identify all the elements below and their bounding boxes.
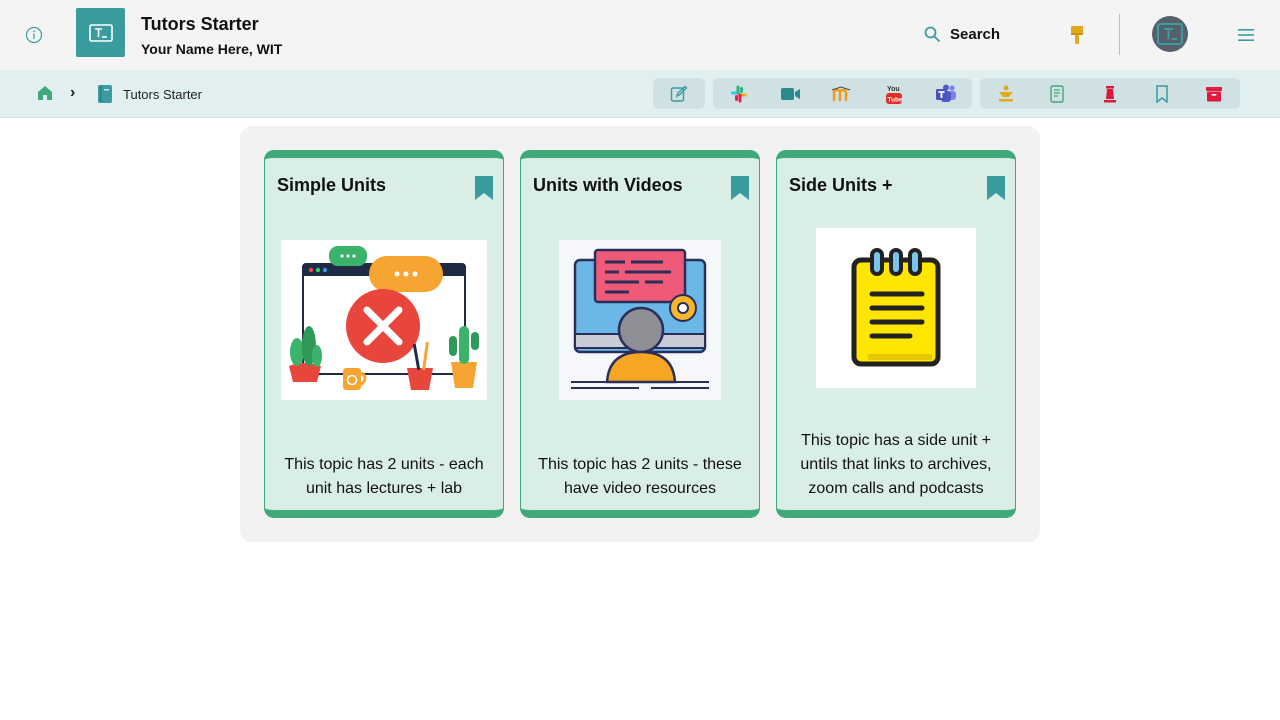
- search-button[interactable]: Search: [924, 22, 1000, 46]
- slack-icon[interactable]: [713, 78, 765, 109]
- navigation-toolbar: [980, 78, 1240, 109]
- header-divider: [1119, 14, 1120, 55]
- card-title: Units with Videos: [533, 175, 683, 195]
- svg-text:You: You: [887, 86, 900, 93]
- info-icon[interactable]: [22, 23, 46, 47]
- svg-text:Tube: Tube: [888, 96, 903, 103]
- breadcrumb-bar: › Tutors Starter You Tube: [0, 70, 1280, 118]
- moodle-icon[interactable]: [817, 78, 869, 109]
- computer-user-illustration: [559, 240, 721, 400]
- lab-icon[interactable]: [1084, 78, 1136, 109]
- card-title: Simple Units: [277, 175, 387, 195]
- bookmark-icon: [987, 176, 1005, 200]
- avatar[interactable]: [1152, 16, 1188, 52]
- course-title: Tutors Starter: [141, 14, 259, 34]
- youtube-icon[interactable]: You Tube: [868, 78, 920, 109]
- topic-panel: Simple Units This topic has 2 units - ea…: [240, 126, 1040, 542]
- book-icon: [98, 85, 112, 103]
- bookmark-icon: [731, 176, 749, 200]
- topic-card-side-units[interactable]: Side Units + This topic has a side unit …: [776, 150, 1016, 518]
- video-icon[interactable]: [765, 78, 817, 109]
- paintbrush-icon[interactable]: [1066, 23, 1088, 47]
- top-header: Tutors Starter Your Name Here, WIT Searc…: [0, 0, 1280, 70]
- companion-icon[interactable]: [980, 78, 1032, 109]
- card-description: This topic has 2 units - each unit has l…: [284, 456, 484, 497]
- card-description: This topic has a side unit + untils that…: [800, 432, 992, 497]
- course-author: Your Name Here, WIT: [141, 41, 283, 57]
- archive-icon[interactable]: [1188, 78, 1240, 109]
- bookmark-icon: [475, 176, 493, 200]
- avatar-icon: [1157, 23, 1183, 45]
- topic-card-units-with-videos[interactable]: Units with Videos This topic has 2 units…: [520, 150, 760, 518]
- card-description: This topic has 2 units - these have vide…: [538, 456, 742, 497]
- error-browser-illustration: [281, 240, 487, 400]
- tutors-logo-icon[interactable]: [76, 8, 125, 57]
- bookmark-icon[interactable]: [1136, 78, 1188, 109]
- comms-toolbar: You Tube: [713, 78, 972, 109]
- card-title: Side Units +: [789, 175, 893, 195]
- breadcrumb-course-link[interactable]: Tutors Starter: [123, 87, 202, 102]
- topic-card-simple-units[interactable]: Simple Units This topic has 2 units - ea…: [264, 150, 504, 518]
- search-label: Search: [950, 25, 1001, 43]
- notepad-illustration: [816, 228, 976, 388]
- home-icon[interactable]: [36, 84, 56, 104]
- edit-toolbar: [653, 78, 705, 109]
- teams-icon[interactable]: [920, 78, 972, 109]
- hamburger-menu-icon[interactable]: [1236, 25, 1256, 45]
- breadcrumb-separator: ›: [70, 84, 76, 101]
- search-icon: [924, 26, 940, 42]
- edit-icon[interactable]: [653, 78, 705, 109]
- notes-icon[interactable]: [1032, 78, 1084, 109]
